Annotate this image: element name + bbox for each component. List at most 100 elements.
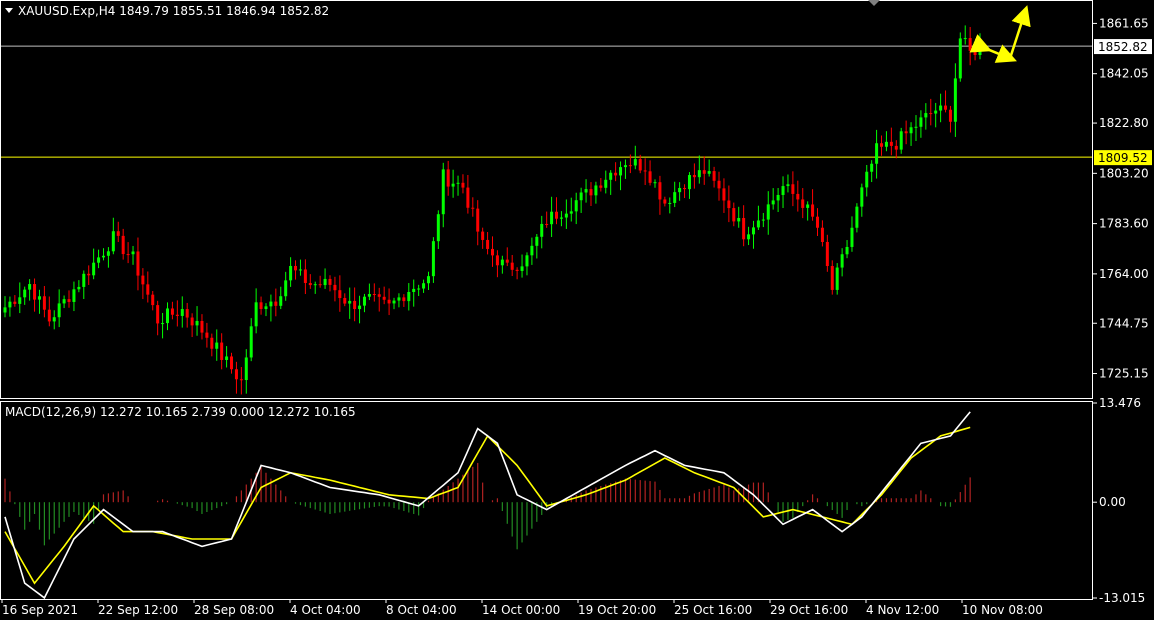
candle-body <box>500 259 504 266</box>
macd-header: MACD(12,26,9) 12.272 10.165 2.739 0.000 … <box>5 405 356 419</box>
candle-body <box>638 159 642 171</box>
candle-body <box>934 110 938 114</box>
candle-body <box>973 50 977 56</box>
candle-body <box>495 255 499 266</box>
candle-body <box>953 78 957 122</box>
candle-body <box>761 219 765 221</box>
candle-body <box>865 171 869 188</box>
candle-body <box>146 284 150 295</box>
candle-body <box>230 356 234 370</box>
candle-body <box>294 265 298 271</box>
candle-body <box>205 332 209 338</box>
candle-body <box>234 369 238 380</box>
candle-body <box>786 184 790 187</box>
candle-body <box>57 303 61 318</box>
candle-body <box>101 255 105 258</box>
candle-body <box>372 294 376 296</box>
candle-body <box>476 208 480 232</box>
candle-body <box>67 299 71 302</box>
candle-body <box>456 182 460 184</box>
candle-body <box>249 326 253 358</box>
candle-body <box>687 175 691 190</box>
candle-body <box>609 172 613 180</box>
candle-body <box>904 131 908 134</box>
candle-body <box>653 182 657 184</box>
candle-body <box>614 172 618 176</box>
candle-body <box>707 171 711 174</box>
candle-body <box>397 297 401 301</box>
candle-body <box>776 194 780 201</box>
candle-body <box>239 379 243 381</box>
price-tick-label: 1861.65 <box>1099 16 1149 30</box>
candle-body <box>269 301 273 307</box>
candle-body <box>284 280 288 297</box>
candle-body <box>737 218 741 222</box>
candle-body <box>358 305 362 310</box>
candle-body <box>289 265 293 281</box>
candle-body <box>658 182 662 200</box>
candle-body <box>663 199 667 204</box>
time-tick-label: 25 Oct 16:00 <box>674 603 752 617</box>
forecast-arrow <box>1008 5 1031 59</box>
candle-body <box>525 255 529 267</box>
candle-body <box>451 183 455 187</box>
candle-body <box>220 342 224 360</box>
time-tick-label: 22 Sep 12:00 <box>98 603 178 617</box>
candle-body <box>944 105 948 110</box>
candle-body <box>180 309 184 316</box>
candle-body <box>673 192 677 203</box>
candle-body <box>377 294 381 297</box>
shift-marker-icon[interactable] <box>868 0 880 6</box>
candle-body <box>491 248 494 256</box>
candle-body <box>313 284 317 286</box>
price-tick-label: 1764.00 <box>1099 267 1149 281</box>
candle-body <box>161 323 165 325</box>
time-tick-label: 19 Oct 20:00 <box>578 603 656 617</box>
price-tick-label: 1842.05 <box>1099 67 1149 81</box>
candle-body <box>348 300 352 304</box>
candle-body <box>702 170 706 174</box>
candle-body <box>668 202 672 204</box>
candle-body <box>929 113 933 115</box>
candle-body <box>678 187 682 193</box>
candle-body <box>82 273 86 287</box>
candle-body <box>732 208 736 222</box>
candle-body <box>481 231 485 240</box>
candle-body <box>845 246 849 255</box>
candle-body <box>594 185 598 196</box>
candle-body <box>362 296 366 306</box>
candle-body <box>126 254 130 256</box>
candle-body <box>318 284 322 286</box>
candle-body <box>697 170 701 178</box>
candle-body <box>244 357 248 381</box>
candle-body <box>791 184 795 194</box>
time-tick-label: 29 Oct 16:00 <box>770 603 848 617</box>
candle-body <box>323 278 327 286</box>
candle-body <box>619 167 623 176</box>
chart-menu-triangle-icon[interactable] <box>5 8 13 13</box>
candle-body <box>426 276 430 284</box>
candle-body <box>830 266 834 290</box>
candle-body <box>402 297 406 302</box>
time-tick-label: 4 Oct 04:00 <box>290 603 361 617</box>
candle-body <box>584 189 588 193</box>
candle-body <box>550 211 554 225</box>
candle-body <box>52 317 56 322</box>
candle-body <box>367 294 371 297</box>
candle-body <box>623 165 627 168</box>
candle-body <box>166 308 169 324</box>
candle-body <box>628 165 632 167</box>
candle-body <box>328 278 332 285</box>
trading-chart[interactable]: XAUUSD.Exp,H4 1849.79 1855.51 1846.94 18… <box>0 0 1154 620</box>
price-tick-label: 1744.75 <box>1099 316 1149 330</box>
candle-body <box>156 305 160 324</box>
candle-body <box>92 262 96 276</box>
candle-body <box>382 296 386 300</box>
candle-body <box>914 126 918 128</box>
candle-body <box>170 308 174 315</box>
candle-body <box>461 182 465 188</box>
candle-body <box>756 220 760 228</box>
candle-body <box>136 251 140 276</box>
candle-body <box>77 286 81 290</box>
candle-body <box>510 262 514 270</box>
